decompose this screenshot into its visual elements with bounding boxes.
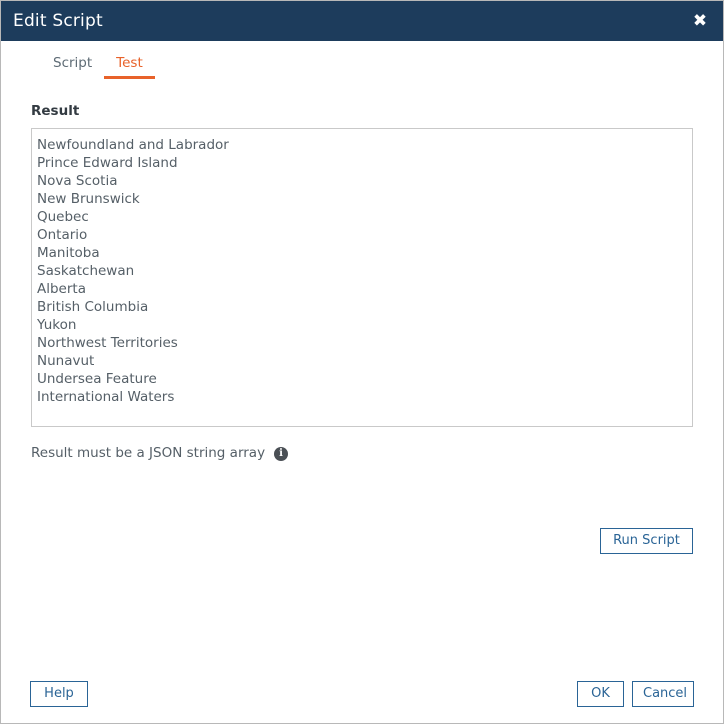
dialog-titlebar: Edit Script ✖ bbox=[1, 1, 723, 41]
ok-button[interactable]: OK bbox=[577, 681, 624, 707]
result-line: New Brunswick bbox=[37, 190, 140, 207]
tab-test[interactable]: Test bbox=[104, 56, 155, 80]
result-line: Northwest Territories bbox=[37, 334, 178, 351]
dialog-footer: Help OK Cancel bbox=[1, 665, 723, 723]
footer-left-group: Help bbox=[30, 681, 88, 707]
tab-bar: Script Test bbox=[1, 41, 723, 79]
cancel-button[interactable]: Cancel bbox=[632, 681, 694, 707]
info-icon[interactable]: i bbox=[274, 446, 289, 461]
edit-script-dialog: Edit Script ✖ Script Test Result Newfoun… bbox=[0, 0, 724, 724]
tab-script[interactable]: Script bbox=[41, 56, 104, 80]
helper-text: Result must be a JSON string array bbox=[31, 444, 266, 461]
dialog-title: Edit Script bbox=[13, 10, 103, 31]
result-line: Ontario bbox=[37, 226, 88, 243]
result-output-box[interactable]: Newfoundland and Labrador Prince Edward … bbox=[31, 127, 693, 427]
result-line: Manitoba bbox=[37, 244, 100, 261]
result-line: Undersea Feature bbox=[37, 370, 157, 387]
result-line: Quebec bbox=[37, 208, 89, 225]
dialog-body: Result Newfoundland and Labrador Prince … bbox=[1, 79, 723, 723]
helper-row: Result must be a JSON string array i bbox=[31, 440, 693, 468]
result-line: International Waters bbox=[37, 388, 175, 405]
result-line: Alberta bbox=[37, 280, 86, 297]
result-line: Nunavut bbox=[37, 352, 95, 369]
result-label: Result bbox=[31, 103, 80, 119]
result-line: Newfoundland and Labrador bbox=[37, 136, 229, 153]
result-line: Nova Scotia bbox=[37, 172, 118, 189]
result-line: Yukon bbox=[37, 316, 77, 333]
close-icon[interactable]: ✖ bbox=[689, 10, 711, 32]
result-line: British Columbia bbox=[37, 298, 149, 315]
help-button[interactable]: Help bbox=[30, 681, 88, 707]
result-line: Saskatchewan bbox=[37, 262, 135, 279]
run-script-button[interactable]: Run Script bbox=[600, 528, 693, 554]
result-line: Prince Edward Island bbox=[37, 154, 178, 171]
footer-right-group: OK Cancel bbox=[577, 681, 694, 707]
